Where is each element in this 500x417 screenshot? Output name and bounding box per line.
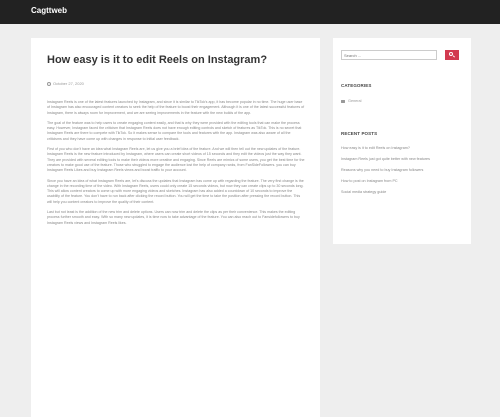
recent-post-link[interactable]: Social media strategy guide [341, 190, 463, 195]
recent-post-link[interactable]: Reasons why you need to buy Instagram fo… [341, 168, 463, 173]
recent-posts-list: How easy is it to edit Reels on Instagra… [341, 146, 463, 201]
recent-post-link[interactable]: Instagram Reels just got quite better wi… [341, 157, 463, 162]
search-input[interactable] [341, 50, 437, 60]
post-paragraph: Since you have an idea of what Instagram… [47, 178, 304, 204]
search-form [341, 50, 459, 60]
recent-post-link[interactable]: How to post on Instagram from PC [341, 179, 463, 184]
post-title: How easy is it to edit Reels on Instagra… [47, 54, 268, 66]
post-paragraph: Last but not least is the addition of th… [47, 210, 300, 225]
folder-icon [341, 99, 345, 103]
sidebar: CATEGORIES General RECENT POSTS How easy… [333, 38, 471, 244]
site-header: Cagttweb [0, 0, 500, 24]
site-title-link[interactable]: Cagttweb [31, 6, 67, 15]
post-paragraph: First of you who don't have an idea what… [47, 147, 305, 173]
recent-post-link[interactable]: How easy is it to edit Reels on Instagra… [341, 146, 463, 151]
category-item[interactable]: General [341, 99, 362, 103]
post-paragraph: The goal of the feature was to help user… [47, 120, 302, 141]
search-button[interactable] [445, 50, 459, 60]
post-meta: October 27, 2020 [47, 81, 84, 86]
category-label: General [348, 99, 362, 103]
post-body: Instagram Reels is one of the latest fea… [47, 100, 305, 231]
post-paragraph: Instagram Reels is one of the latest fea… [47, 100, 305, 115]
categories-heading: CATEGORIES [341, 83, 372, 88]
post-date[interactable]: October 27, 2020 [53, 81, 84, 86]
clock-icon [47, 81, 51, 86]
article-card: How easy is it to edit Reels on Instagra… [31, 38, 320, 417]
recent-posts-heading: RECENT POSTS [341, 131, 378, 136]
